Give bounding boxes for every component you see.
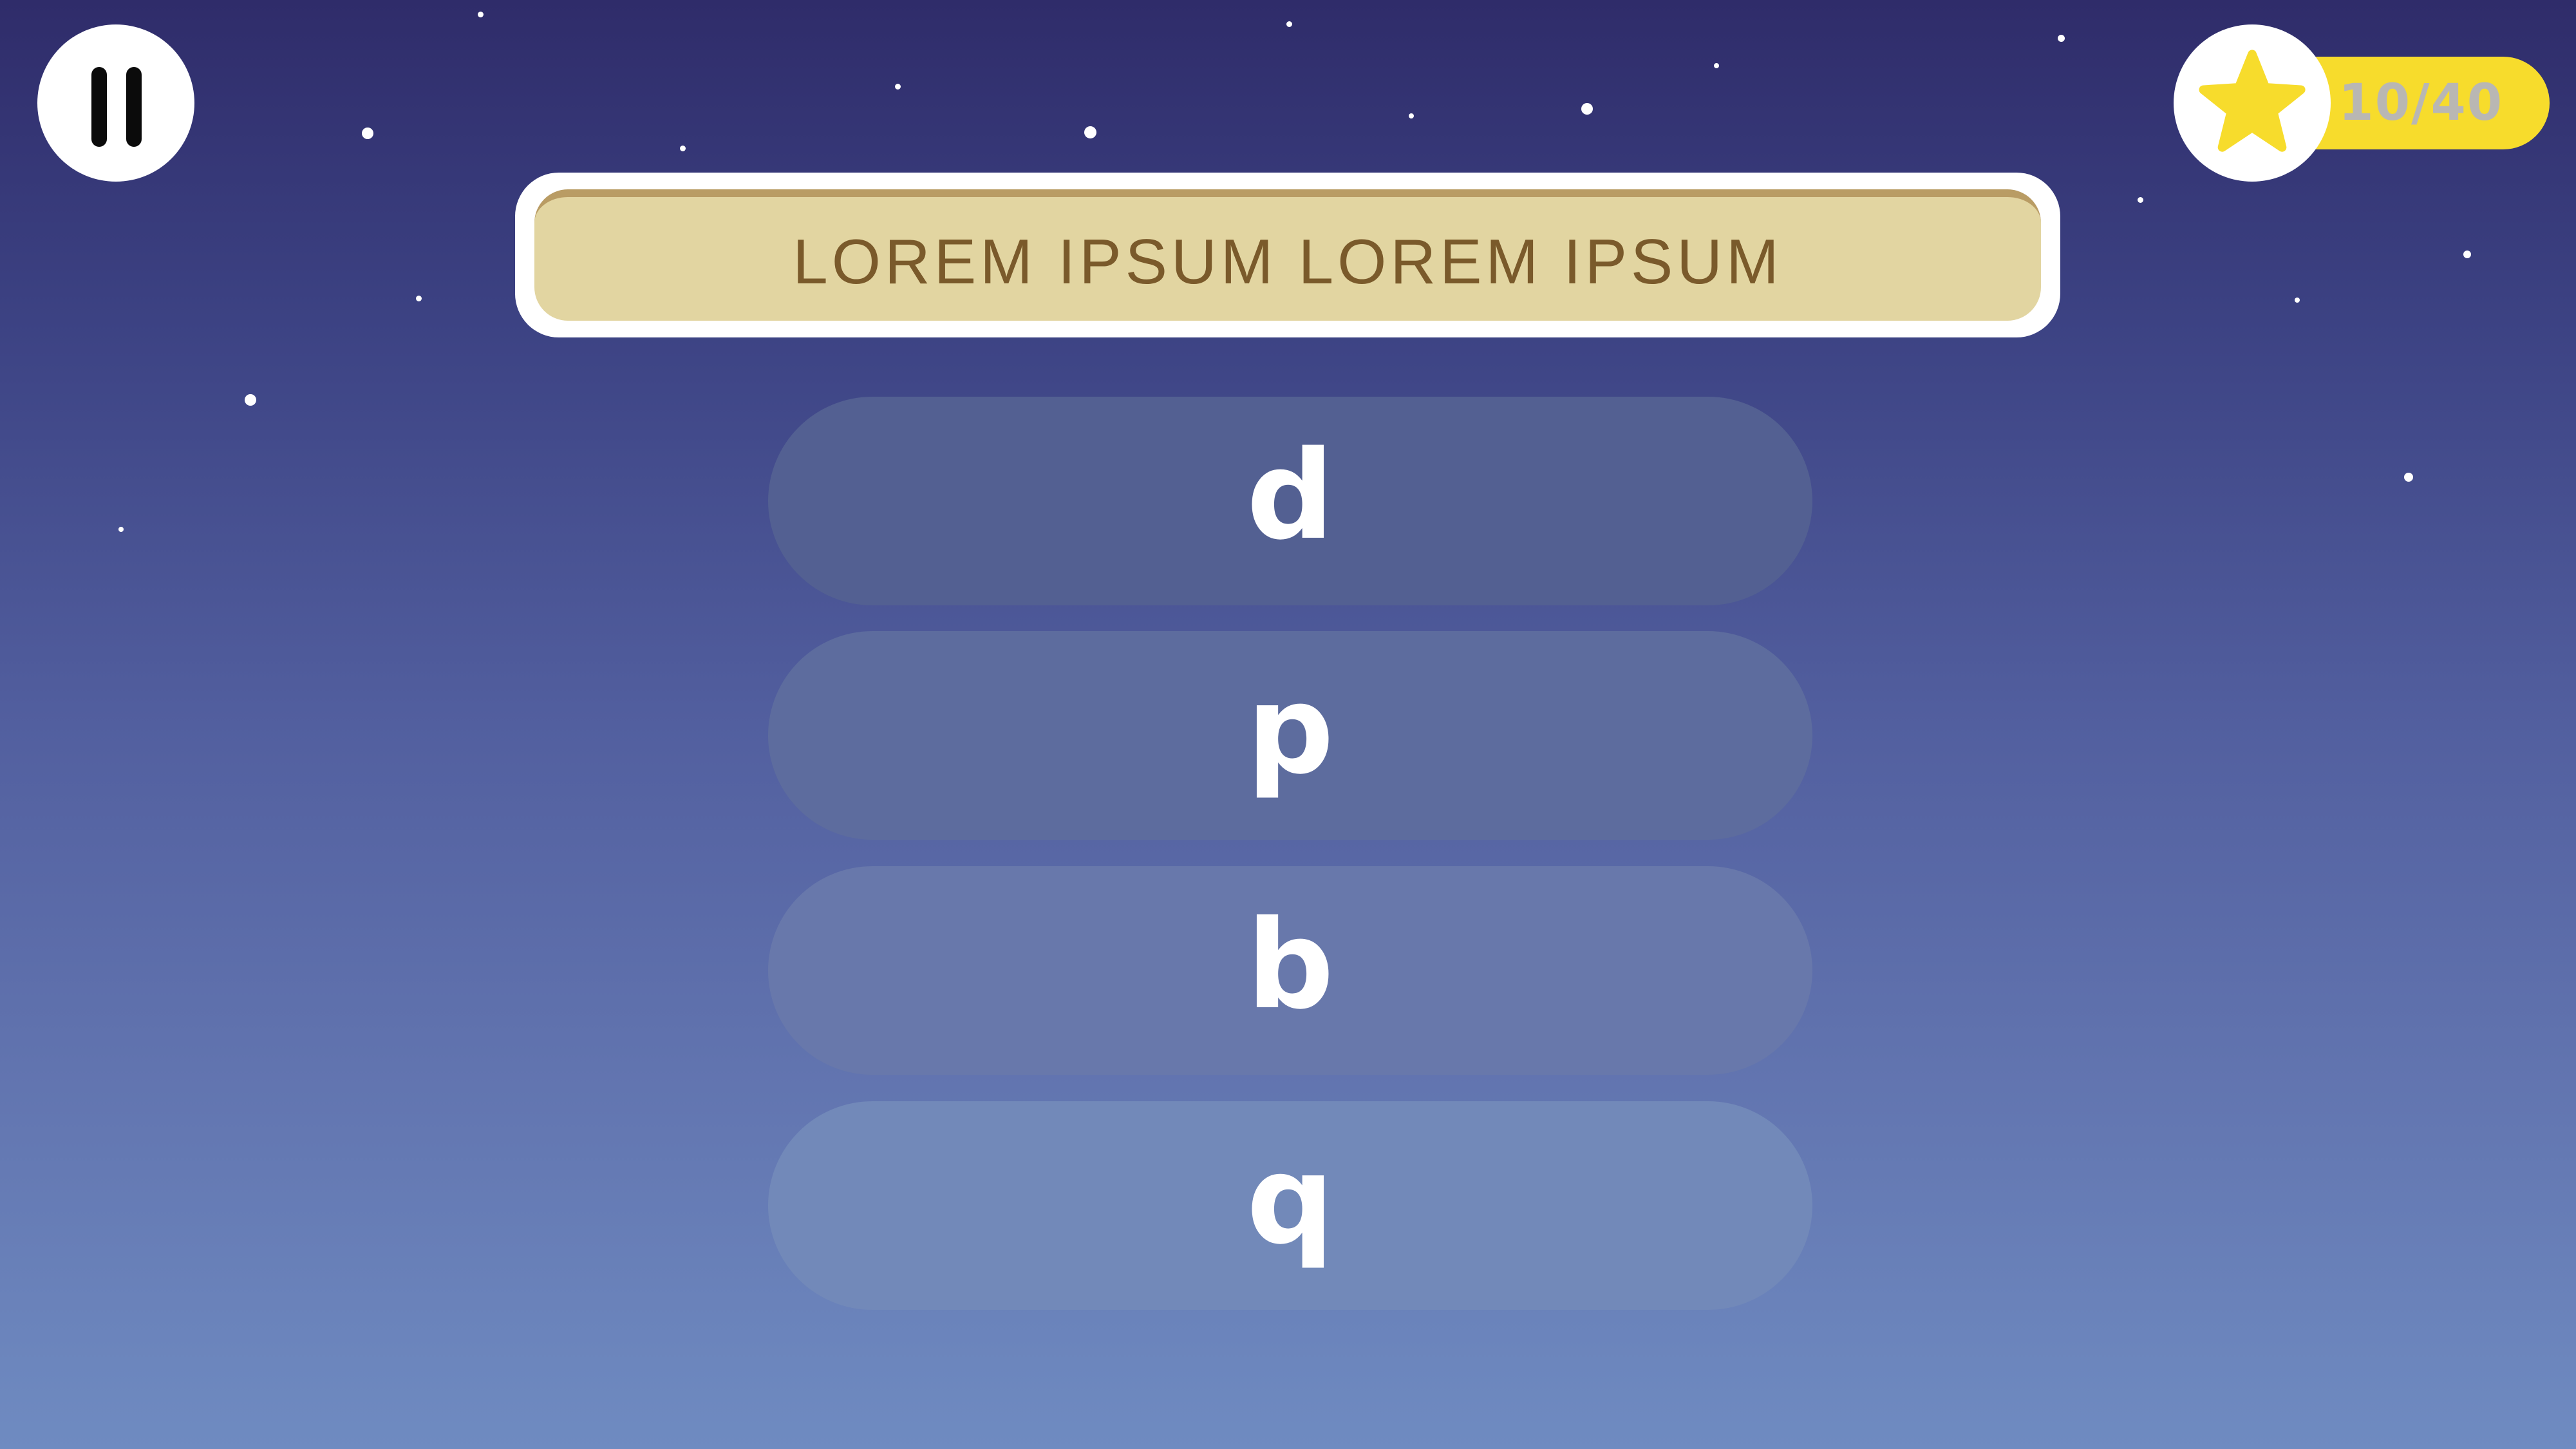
star-dot bbox=[1084, 126, 1096, 138]
star-dot bbox=[245, 394, 256, 406]
answer-option-b[interactable]: b bbox=[768, 866, 1812, 1075]
answer-label: d bbox=[1246, 424, 1334, 567]
star-dot bbox=[1714, 63, 1719, 68]
pause-button[interactable] bbox=[37, 24, 194, 182]
star-dot bbox=[2058, 35, 2065, 42]
answer-option-p[interactable]: p bbox=[768, 631, 1812, 840]
star-dot bbox=[118, 527, 124, 532]
star-dot bbox=[478, 12, 484, 17]
pause-bar bbox=[126, 67, 142, 147]
star-dot bbox=[1286, 21, 1292, 27]
star-dot bbox=[1581, 103, 1593, 115]
star-dot bbox=[416, 296, 422, 301]
star-dot bbox=[1409, 113, 1414, 118]
answer-label: b bbox=[1246, 894, 1334, 1036]
score-star-badge bbox=[2174, 24, 2331, 182]
answer-option-d[interactable]: d bbox=[768, 397, 1812, 605]
score-text: 10/40 bbox=[2338, 74, 2503, 132]
star-dot bbox=[895, 84, 901, 90]
prompt-banner: LOREM IPSUM LOREM IPSUM bbox=[515, 173, 2060, 337]
answer-label: p bbox=[1246, 659, 1334, 801]
star-dot bbox=[680, 146, 686, 151]
star-dot bbox=[362, 128, 373, 139]
star-dot bbox=[2463, 251, 2471, 258]
pause-bar bbox=[91, 67, 107, 147]
star-dot bbox=[2138, 197, 2143, 203]
star-icon bbox=[2199, 50, 2306, 152]
star-dot bbox=[2295, 298, 2300, 303]
prompt-text: LOREM IPSUM LOREM IPSUM bbox=[793, 225, 1783, 297]
answer-label: q bbox=[1246, 1129, 1334, 1271]
prompt-banner-inner: LOREM IPSUM LOREM IPSUM bbox=[534, 189, 2041, 321]
answer-option-q[interactable]: q bbox=[768, 1101, 1812, 1310]
star-dot bbox=[2404, 473, 2413, 482]
